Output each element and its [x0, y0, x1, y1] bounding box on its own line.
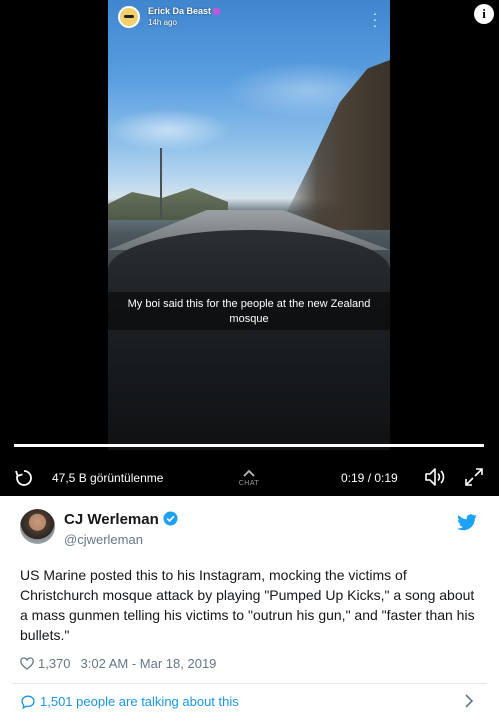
conversation-count: 1,501 people are talking about this	[40, 694, 239, 709]
video-player[interactable]: Erick Da Beast 14h ago · · · i My boi said…	[0, 0, 499, 496]
snap-badge-icon	[213, 8, 221, 15]
chevron-up-icon	[243, 469, 255, 477]
snap-time: 14h ago	[148, 18, 177, 27]
verified-icon	[163, 511, 178, 526]
tweet-meta: 1,370 3:02 AM - Mar 18, 2019	[20, 656, 216, 671]
volume-icon[interactable]	[423, 465, 447, 489]
conversation-link[interactable]: 1,501 people are talking about this	[12, 684, 487, 718]
snap-header: Erick Da Beast 14h ago · · ·	[118, 6, 388, 32]
like-count[interactable]: 1,370	[38, 656, 71, 671]
chevron-right-icon	[465, 694, 474, 708]
info-icon[interactable]: i	[474, 4, 494, 24]
progress-bar[interactable]	[14, 444, 484, 447]
tweet-timestamp[interactable]: 3:02 AM - Mar 18, 2019	[81, 656, 217, 671]
snap-username: Erick Da Beast	[148, 6, 221, 16]
chat-button[interactable]: CHAT	[233, 468, 265, 487]
replay-icon[interactable]	[14, 468, 34, 488]
heart-icon[interactable]	[20, 657, 34, 670]
fullscreen-icon[interactable]	[463, 466, 485, 488]
view-count: 47,5 B görüntülenme	[52, 471, 164, 485]
avatar[interactable]	[20, 509, 55, 544]
display-name[interactable]: CJ Werleman	[64, 511, 178, 528]
handle[interactable]: @cjwerleman	[64, 532, 143, 547]
tweet-text: US Marine posted this to his Instagram, …	[20, 567, 475, 643]
video-caption: My boi said this for the people at the n…	[108, 292, 390, 330]
chat-label: CHAT	[238, 480, 260, 487]
comment-bubble-icon	[21, 695, 35, 709]
twitter-bird-icon[interactable]	[456, 514, 478, 532]
utility-pole	[160, 148, 162, 218]
player-controls: 47,5 B görüntülenme CHAT 0:19 / 0:19	[0, 460, 499, 494]
tweet-card: CJ Werleman @cjwerleman US Marine posted…	[0, 496, 499, 722]
snap-avatar	[118, 6, 140, 28]
time-display: 0:19 / 0:19	[341, 471, 398, 485]
video-frame	[108, 0, 390, 450]
car-dashboard	[108, 230, 390, 450]
more-vertical-icon: · · ·	[372, 5, 378, 33]
